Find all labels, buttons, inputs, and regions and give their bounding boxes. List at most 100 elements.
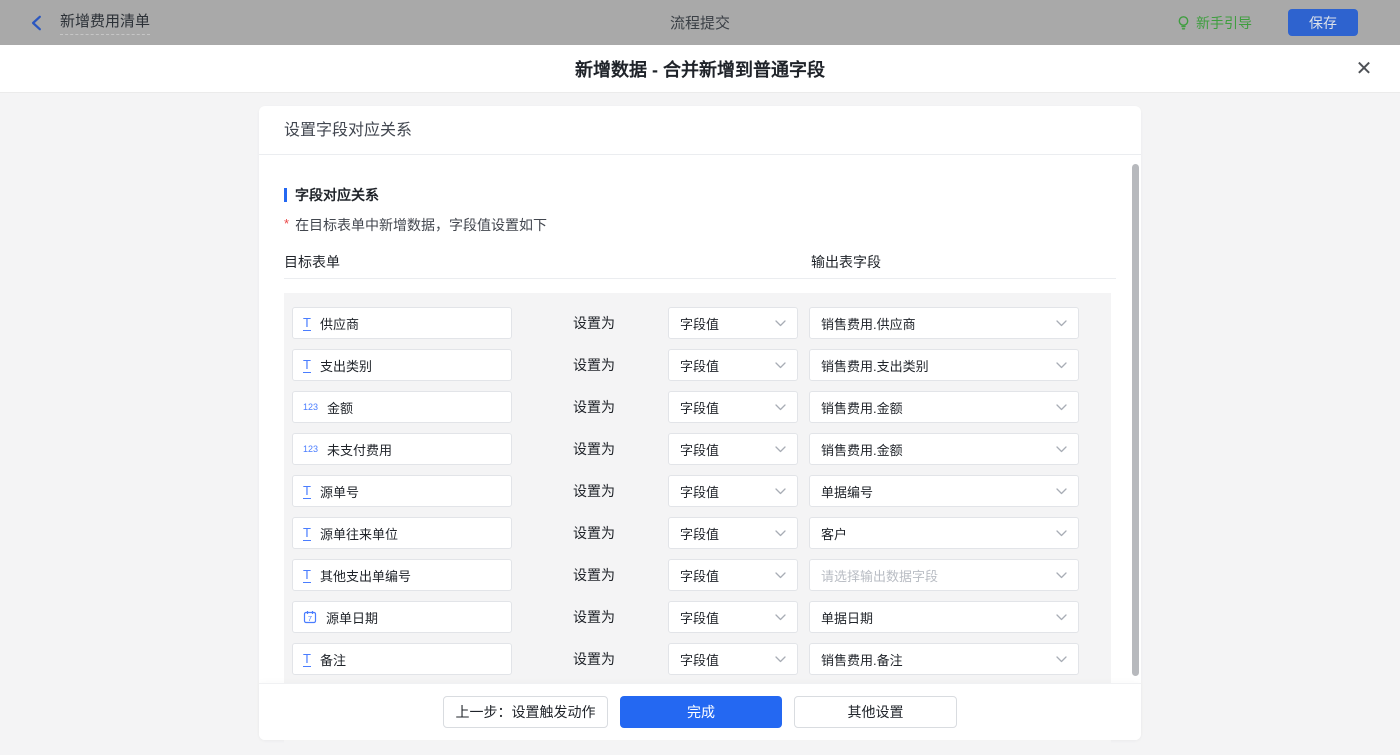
mapping-row: T 源单往来单位 设置为 字段值 客户 [292, 517, 1103, 549]
target-field-label: 支出类别 [319, 358, 372, 374]
mapping-row: 7 源单日期 设置为 字段值 单据日期 [292, 601, 1103, 633]
output-field-text: 销售费用.供应商 [821, 316, 916, 332]
close-icon[interactable]: ✕ [1354, 59, 1374, 79]
modal-title: 新增数据 - 合并新增到普通字段 [575, 59, 825, 80]
mapping-row: T 备注 设置为 字段值 销售费用.备注 [292, 643, 1103, 675]
target-field-box[interactable]: 123 金额 [292, 391, 512, 423]
output-field-select[interactable]: 销售费用.供应商 [809, 307, 1079, 339]
chevron-down-icon [775, 403, 786, 410]
chevron-down-icon [775, 571, 786, 578]
value-mode-text: 字段值 [680, 442, 720, 458]
text-field-icon: T [303, 314, 311, 331]
output-field-text: 销售费用.金额 [821, 442, 903, 458]
other-settings-button[interactable]: 其他设置 [794, 696, 957, 728]
set-as-label: 设置为 [573, 483, 615, 499]
number-field-icon: 123 [303, 444, 319, 454]
output-field-text: 销售费用.金额 [821, 400, 903, 416]
mapping-row: 123 金额 设置为 字段值 销售费用.金额 [292, 391, 1103, 423]
target-field-box[interactable]: 7 源单日期 [292, 601, 512, 633]
target-field-box[interactable]: T 源单往来单位 [292, 517, 512, 549]
required-asterisk: * [284, 216, 290, 231]
guide-label: 新手引导 [1196, 14, 1252, 31]
value-mode-text: 字段值 [680, 652, 720, 668]
value-mode-select[interactable]: 字段值 [668, 559, 798, 591]
header-divider [284, 278, 1116, 279]
chevron-down-icon [1056, 403, 1067, 410]
set-as-label: 设置为 [573, 315, 615, 331]
mapping-row: T 源单号 设置为 字段值 单据编号 [292, 475, 1103, 507]
chevron-down-icon [1056, 445, 1067, 452]
target-field-box[interactable]: 123 未支付费用 [292, 433, 512, 465]
output-field-select[interactable]: 销售费用.金额 [809, 433, 1079, 465]
section-accent-bar [284, 188, 287, 202]
field-mapping-panel: 设置字段对应关系 字段对应关系 * 在目标表单中新增数据，字段值设置如下 目标表… [259, 106, 1141, 750]
done-button[interactable]: 完成 [620, 696, 782, 728]
output-field-text: 单据编号 [821, 484, 874, 500]
save-button[interactable]: 保存 [1288, 9, 1358, 36]
value-mode-text: 字段值 [680, 400, 720, 416]
target-field-label: 源单号 [319, 484, 359, 500]
text-field-icon: T [303, 650, 311, 667]
scrollbar[interactable] [1132, 164, 1139, 676]
output-field-select[interactable]: 请选择输出数据字段 [809, 559, 1079, 591]
target-field-box[interactable]: T 支出类别 [292, 349, 512, 381]
chevron-down-icon [775, 445, 786, 452]
target-field-label: 源单日期 [326, 610, 379, 626]
topbar: 新增费用清单 流程提交 新手引导 保存 [0, 0, 1400, 45]
target-field-box[interactable]: T 供应商 [292, 307, 512, 339]
set-as-label: 设置为 [573, 525, 615, 541]
chevron-down-icon [1056, 655, 1067, 662]
chevron-down-icon [775, 529, 786, 536]
text-field-icon: T [303, 356, 311, 373]
chevron-down-icon [1056, 571, 1067, 578]
target-field-label: 备注 [319, 652, 346, 668]
mapping-row: 123 未支付费用 设置为 字段值 销售费用.金额 [292, 433, 1103, 465]
value-mode-select[interactable]: 字段值 [668, 517, 798, 549]
modal-header: 新增数据 - 合并新增到普通字段 ✕ [0, 45, 1400, 93]
mapping-rows-area: T 供应商 设置为 字段值 销售费用.供应商 T 支出类别 设置为 字段值 销售费用.支出类别 12… [284, 293, 1111, 750]
section-title: 字段对应关系 [284, 187, 1116, 203]
output-field-text: 销售费用.支出类别 [821, 358, 929, 374]
target-field-box[interactable]: T 源单号 [292, 475, 512, 507]
set-as-label: 设置为 [573, 441, 615, 457]
chevron-down-icon [775, 487, 786, 494]
value-mode-select[interactable]: 字段值 [668, 433, 798, 465]
svg-text:7: 7 [308, 614, 312, 623]
output-field-select[interactable]: 销售费用.金额 [809, 391, 1079, 423]
output-field-select[interactable]: 销售费用.支出类别 [809, 349, 1079, 381]
value-mode-select[interactable]: 字段值 [668, 475, 798, 507]
chevron-down-icon [1056, 529, 1067, 536]
section-description: * 在目标表单中新增数据，字段值设置如下 [284, 215, 1116, 235]
value-mode-text: 字段值 [680, 316, 720, 332]
output-field-select[interactable]: 单据编号 [809, 475, 1079, 507]
target-field-label: 金额 [327, 400, 354, 416]
flow-name-title[interactable]: 新增费用清单 [60, 10, 151, 35]
value-mode-select[interactable]: 字段值 [668, 601, 798, 633]
set-as-label: 设置为 [573, 567, 615, 583]
beginner-guide-link[interactable]: 新手引导 [1176, 13, 1252, 33]
description-text: 在目标表单中新增数据，字段值设置如下 [295, 217, 548, 233]
chevron-down-icon [1056, 319, 1067, 326]
text-field-icon: T [303, 482, 311, 499]
output-field-select[interactable]: 客户 [809, 517, 1079, 549]
output-field-select[interactable]: 销售费用.备注 [809, 643, 1079, 675]
value-mode-text: 字段值 [680, 358, 720, 374]
set-as-label: 设置为 [573, 609, 615, 625]
target-field-box[interactable]: T 其他支出单编号 [292, 559, 512, 591]
value-mode-select[interactable]: 字段值 [668, 643, 798, 675]
chevron-down-icon [1056, 487, 1067, 494]
text-field-icon: T [303, 566, 311, 583]
output-field-select[interactable]: 单据日期 [809, 601, 1079, 633]
mapping-row: T 支出类别 设置为 字段值 销售费用.支出类别 [292, 349, 1103, 381]
target-field-box[interactable]: T 备注 [292, 643, 512, 675]
chevron-down-icon [775, 361, 786, 368]
value-mode-select[interactable]: 字段值 [668, 307, 798, 339]
back-icon[interactable] [28, 14, 46, 32]
flow-mode-label: 流程提交 [669, 15, 731, 32]
panel-footer: 上一步：设置触发动作 完成 其他设置 [259, 683, 1141, 740]
chevron-down-icon [1056, 361, 1067, 368]
value-mode-select[interactable]: 字段值 [668, 391, 798, 423]
prev-step-button[interactable]: 上一步：设置触发动作 [443, 696, 608, 728]
set-as-label: 设置为 [573, 651, 615, 667]
value-mode-select[interactable]: 字段值 [668, 349, 798, 381]
